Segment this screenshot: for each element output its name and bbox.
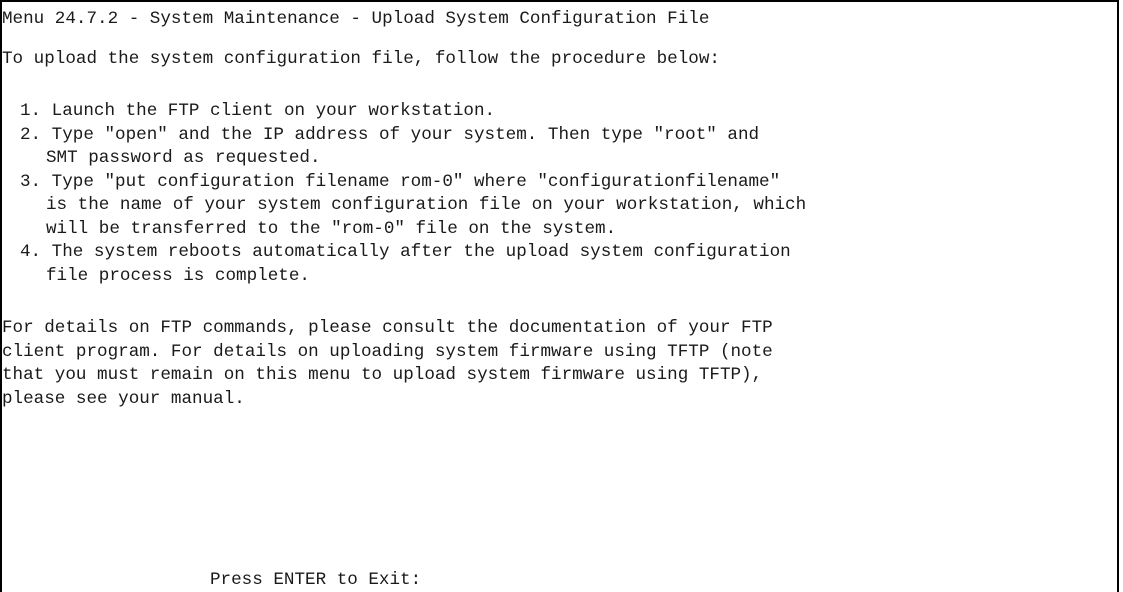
exit-prompt[interactable]: Press ENTER to Exit: bbox=[210, 568, 421, 592]
step-4-line-2: file process is complete. bbox=[46, 266, 310, 286]
step-1-line-1: 1. Launch the FTP client on your worksta… bbox=[20, 101, 496, 121]
details-line-3: that you must remain on this menu to upl… bbox=[2, 365, 763, 385]
step-4-line-1: 4. The system reboots automatically afte… bbox=[20, 242, 791, 262]
step-2-line-1: 2. Type "open" and the IP address of you… bbox=[20, 125, 760, 145]
step-3-line-2: is the name of your system configuration… bbox=[46, 195, 807, 215]
menu-title: Menu 24.7.2 - System Maintenance - Uploa… bbox=[2, 9, 710, 29]
step-3-line-1: 3. Type "put configuration filename rom-… bbox=[20, 172, 781, 192]
step-2-line-2: SMT password as requested. bbox=[46, 148, 321, 168]
details-line-1: For details on FTP commands, please cons… bbox=[2, 318, 773, 338]
step-3-line-3: will be transferred to the "rom-0" file … bbox=[46, 219, 617, 239]
details-line-4: please see your manual. bbox=[2, 389, 245, 409]
intro-text: To upload the system configuration file,… bbox=[2, 49, 720, 69]
terminal-screen: Menu 24.7.2 - System Maintenance - Uploa… bbox=[0, 0, 1119, 592]
details-line-2: client program. For details on uploading… bbox=[2, 342, 773, 362]
